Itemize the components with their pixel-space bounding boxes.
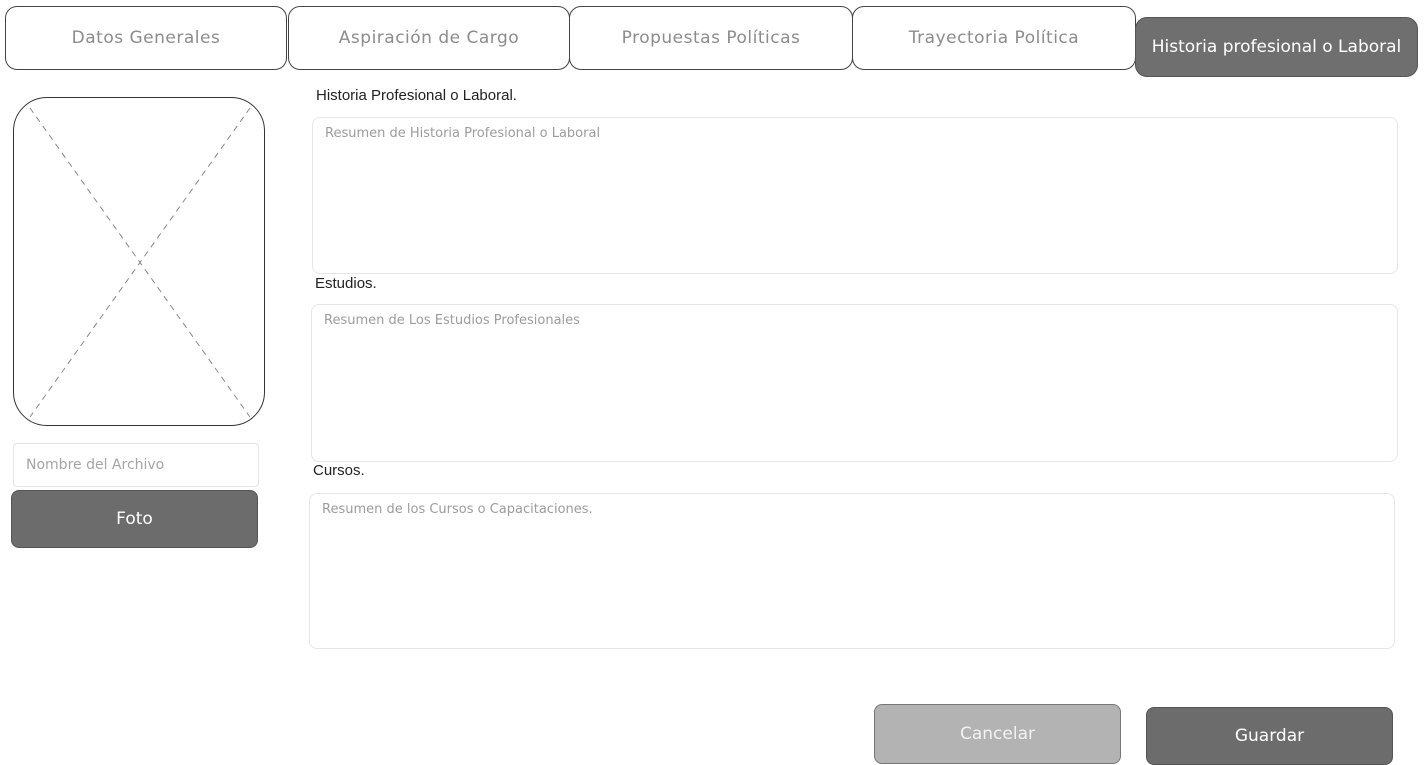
save-button[interactable]: Guardar	[1146, 707, 1393, 765]
image-placeholder-icon	[29, 107, 251, 418]
historia-textarea[interactable]	[312, 117, 1398, 274]
photo-placeholder	[13, 97, 265, 426]
tab-propuestas-politicas[interactable]: Propuestas Políticas	[569, 6, 853, 70]
photo-upload-button[interactable]: Foto	[11, 490, 258, 548]
cursos-label: Cursos.	[313, 462, 365, 479]
historia-label: Historia Profesional o Laboral.	[316, 87, 517, 104]
tab-trayectoria-politica[interactable]: Trayectoria Política	[852, 6, 1136, 70]
candidate-form-page: Datos Generales Aspiración de Cargo Prop…	[0, 0, 1424, 765]
estudios-label: Estudios.	[315, 275, 377, 292]
filename-input[interactable]	[13, 443, 259, 487]
estudios-textarea[interactable]	[311, 304, 1398, 462]
cancel-button[interactable]: Cancelar	[874, 704, 1121, 764]
tab-aspiracion-de-cargo[interactable]: Aspiración de Cargo	[288, 6, 570, 70]
tab-datos-generales[interactable]: Datos Generales	[5, 6, 287, 70]
cursos-textarea[interactable]	[309, 493, 1395, 649]
tab-historia-profesional[interactable]: Historia profesional o Laboral	[1135, 17, 1418, 77]
